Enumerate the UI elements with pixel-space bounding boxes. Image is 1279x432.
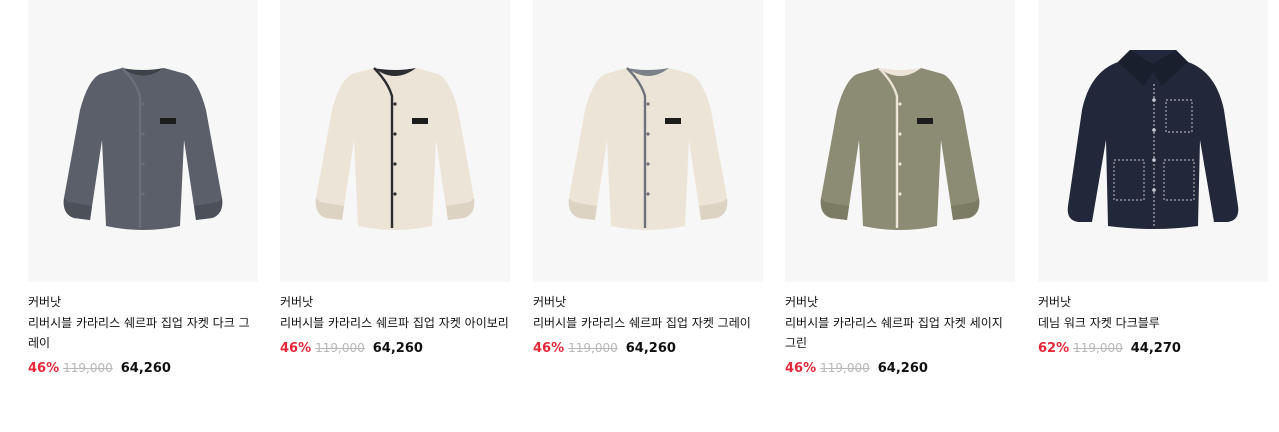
product-name[interactable]: 리버시블 카라리스 쉐르파 집업 자켓 아이보리 <box>280 313 510 333</box>
product-name[interactable]: 리버시블 카라리스 쉐르파 집업 자켓 다크 그레이 <box>28 313 258 353</box>
product-image[interactable] <box>280 0 510 282</box>
product-image[interactable] <box>1038 0 1268 282</box>
product-brand[interactable]: 커버낫 <box>1038 293 1268 312</box>
product-name[interactable]: 데님 워크 자켓 다크블루 <box>1038 313 1268 333</box>
product-name[interactable]: 리버시블 카라리스 쉐르파 집업 자켓 세이지 그린 <box>785 313 1015 353</box>
collarless-jacket-icon <box>315 67 475 230</box>
product-price: 46% 119,000 64,260 <box>785 359 1015 378</box>
product-image[interactable] <box>785 0 1015 282</box>
product-card[interactable]: 커버낫 리버시블 카라리스 쉐르파 집업 자켓 다크 그레이 46% 119,00… <box>28 0 258 378</box>
product-image[interactable] <box>28 0 258 282</box>
sale-price: 44,270 <box>1130 341 1181 356</box>
sale-price: 64,260 <box>877 361 928 376</box>
product-brand[interactable]: 커버낫 <box>280 293 510 312</box>
product-grid: 커버낫 리버시블 카라리스 쉐르파 집업 자켓 다크 그레이 46% 119,00… <box>0 0 1279 432</box>
original-price: 119,000 <box>315 341 365 355</box>
collarless-jacket-icon <box>63 67 223 230</box>
sale-price: 64,260 <box>372 341 423 356</box>
original-price: 119,000 <box>820 361 870 375</box>
discount-rate: 46% <box>280 341 312 356</box>
product-image[interactable] <box>533 0 763 282</box>
original-price: 119,000 <box>1073 341 1123 355</box>
product-brand[interactable]: 커버낫 <box>28 293 258 312</box>
original-price: 119,000 <box>568 341 618 355</box>
product-price: 46% 119,000 64,260 <box>533 339 763 358</box>
product-price: 46% 119,000 64,260 <box>280 339 510 358</box>
product-brand[interactable]: 커버낫 <box>533 293 763 312</box>
product-brand[interactable]: 커버낫 <box>785 293 1015 312</box>
product-card[interactable]: 커버낫 리버시블 카라리스 쉐르파 집업 자켓 그레이 46% 119,000 64… <box>533 0 763 358</box>
sale-price: 64,260 <box>625 341 676 356</box>
denim-work-jacket-icon <box>1067 50 1239 229</box>
sale-price: 64,260 <box>120 361 171 376</box>
collarless-jacket-icon <box>820 67 980 230</box>
original-price: 119,000 <box>63 361 113 375</box>
discount-rate: 46% <box>28 361 60 376</box>
product-price: 62% 119,000 44,270 <box>1038 339 1268 358</box>
discount-rate: 46% <box>785 361 817 376</box>
product-price: 46% 119,000 64,260 <box>28 359 258 378</box>
product-card[interactable]: 커버낫 리버시블 카라리스 쉐르파 집업 자켓 아이보리 46% 119,000 6… <box>280 0 510 358</box>
product-name[interactable]: 리버시블 카라리스 쉐르파 집업 자켓 그레이 <box>533 313 763 333</box>
product-card[interactable]: 커버낫 데님 워크 자켓 다크블루 62% 119,000 44,270 <box>1038 0 1268 358</box>
discount-rate: 62% <box>1038 341 1070 356</box>
collarless-jacket-icon <box>568 67 728 230</box>
discount-rate: 46% <box>533 341 565 356</box>
product-card[interactable]: 커버낫 리버시블 카라리스 쉐르파 집업 자켓 세이지 그린 46% 119,00… <box>785 0 1015 378</box>
